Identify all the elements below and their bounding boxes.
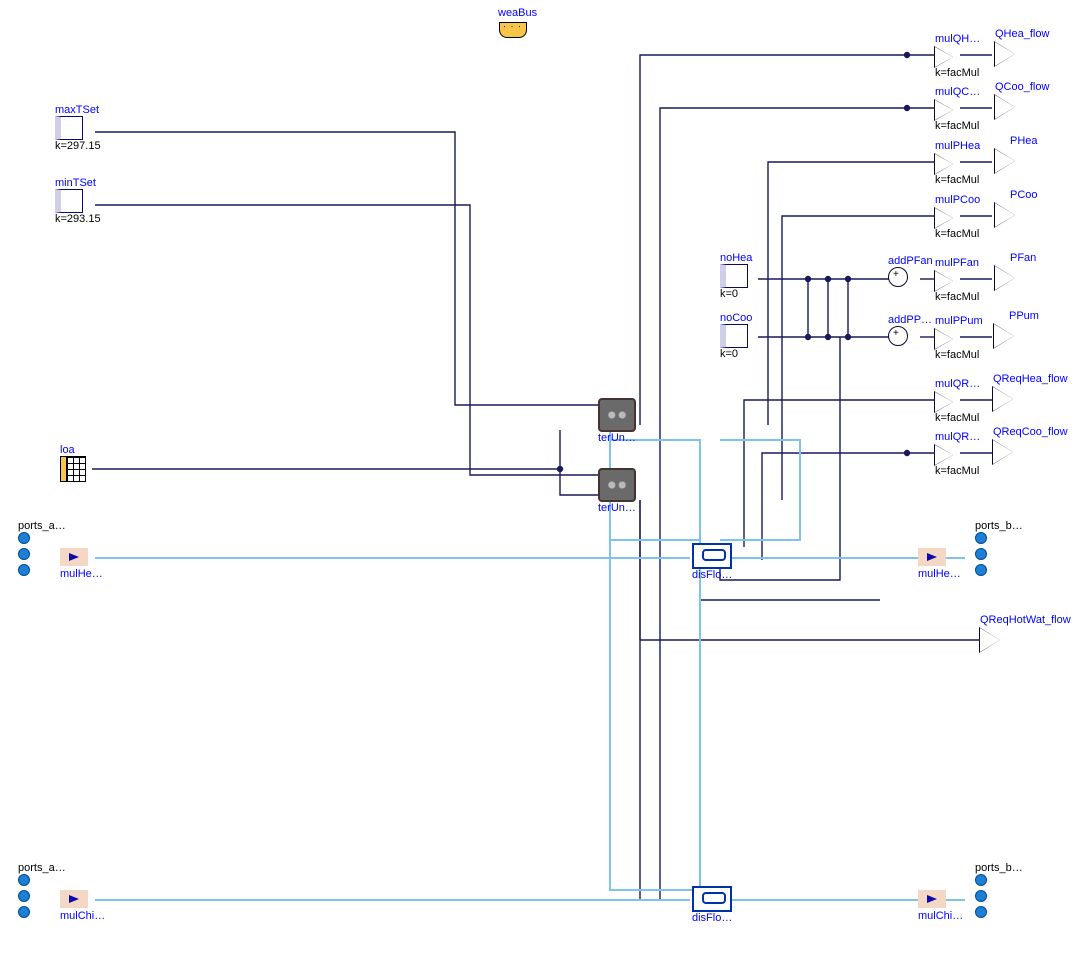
disflo2-block[interactable] [692, 886, 732, 912]
pfan-out[interactable] [995, 266, 1015, 290]
portsa1-conn[interactable] [18, 532, 66, 576]
qreqhea-label: QReqHea_flow [993, 373, 1068, 385]
mulpfan-gain[interactable] [935, 271, 953, 291]
mulchout-label: mulChi… [918, 910, 963, 922]
nohea-label: noHea [720, 252, 752, 264]
mulqc-label: mulQC… [935, 86, 980, 98]
terun2-block[interactable] [598, 468, 636, 502]
portsa1-label: ports_a… [18, 520, 66, 532]
portsb2-label: ports_b… [975, 862, 1023, 874]
portsa2-conn[interactable] [18, 874, 66, 918]
nohea-k: k=0 [720, 288, 752, 300]
pcoo-label: PCoo [1010, 189, 1038, 201]
mulppum-gain[interactable] [935, 329, 953, 349]
nocoo-block[interactable] [720, 324, 748, 348]
mulqr1-label: mulQR… [935, 378, 980, 390]
mulphea-label: mulPHea [935, 140, 980, 152]
mulqr1-gain[interactable] [935, 392, 953, 412]
mintset-block[interactable] [55, 189, 83, 213]
disflo1-label: disFlo… [692, 569, 732, 581]
mulqc-k: k=facMul [935, 120, 980, 132]
mulpcoo-label: mulPCoo [935, 194, 980, 206]
nohea-block[interactable] [720, 264, 748, 288]
mulpcoo-k: k=facMul [935, 228, 980, 240]
loa-block[interactable] [60, 456, 86, 482]
portsb1-conn[interactable] [975, 532, 1023, 576]
loa-label: loa [60, 444, 86, 456]
mulchin-label: mulChi… [60, 910, 105, 922]
addpfan-label: addPFan [888, 255, 933, 267]
mulppum-k: k=facMul [935, 349, 983, 361]
mulheout-label: mulHe… [918, 568, 961, 580]
terun1-block[interactable] [598, 398, 636, 432]
qcoo-label: QCoo_flow [995, 81, 1049, 93]
mulppum-label: mulPPum [935, 315, 983, 327]
qreqhea-out[interactable] [993, 387, 1013, 411]
mulpcoo-gain[interactable] [935, 208, 953, 228]
mulqc-gain[interactable] [935, 100, 953, 120]
ppum-out[interactable] [994, 324, 1014, 348]
mulqh-k: k=facMul [935, 67, 980, 79]
mulpfan-k: k=facMul [935, 291, 979, 303]
portsb1-label: ports_b… [975, 520, 1023, 532]
pfan-label: PFan [1010, 252, 1036, 264]
qreqcoo-out[interactable] [993, 440, 1013, 464]
phea-out[interactable] [995, 149, 1015, 173]
disflo1-block[interactable] [692, 543, 732, 569]
qcoo-out[interactable] [995, 95, 1015, 119]
mintset-label: minTSet [55, 177, 101, 189]
mulqr1-k: k=facMul [935, 412, 980, 424]
ppum-label: PPum [1009, 310, 1039, 322]
maxtset-block[interactable] [55, 116, 83, 140]
pcoo-out[interactable] [995, 203, 1015, 227]
maxtset-label: maxTSet [55, 104, 101, 116]
addpp-label: addPP… [888, 314, 932, 326]
mulphea-k: k=facMul [935, 174, 980, 186]
weabus-icon [499, 22, 527, 38]
portsa2-label: ports_a… [18, 862, 66, 874]
qhea-out[interactable] [995, 42, 1015, 66]
mulpfan-label: mulPFan [935, 257, 979, 269]
terun1-label: terUn… [598, 432, 636, 444]
mulphea-gain[interactable] [935, 154, 953, 174]
mulqr2-label: mulQR… [935, 431, 980, 443]
addpp-block[interactable] [888, 326, 908, 346]
portsb2-conn[interactable] [975, 874, 1023, 918]
mulqh-label: mulQH… [935, 33, 980, 45]
mulqr2-gain[interactable] [935, 445, 953, 465]
mulqr2-k: k=facMul [935, 465, 980, 477]
mulqh-gain[interactable] [935, 47, 953, 67]
qreqcoo-label: QReqCoo_flow [993, 426, 1068, 438]
qhea-label: QHea_flow [995, 28, 1049, 40]
mintset-k: k=293.15 [55, 213, 101, 225]
nocoo-k: k=0 [720, 348, 752, 360]
disflo2-label: disFlo… [692, 912, 732, 924]
weabus-label: weaBus [498, 7, 537, 19]
maxtset-k: k=297.15 [55, 140, 101, 152]
nocoo-label: noCoo [720, 312, 752, 324]
phea-label: PHea [1010, 135, 1038, 147]
qreqhotwat-out[interactable] [980, 628, 1000, 652]
addpfan-block[interactable] [888, 267, 908, 287]
terun2-label: terUn… [598, 502, 636, 514]
mulhein-label: mulHe… [60, 568, 103, 580]
qreqhotwat-label: QReqHotWat_flow [980, 614, 1071, 626]
